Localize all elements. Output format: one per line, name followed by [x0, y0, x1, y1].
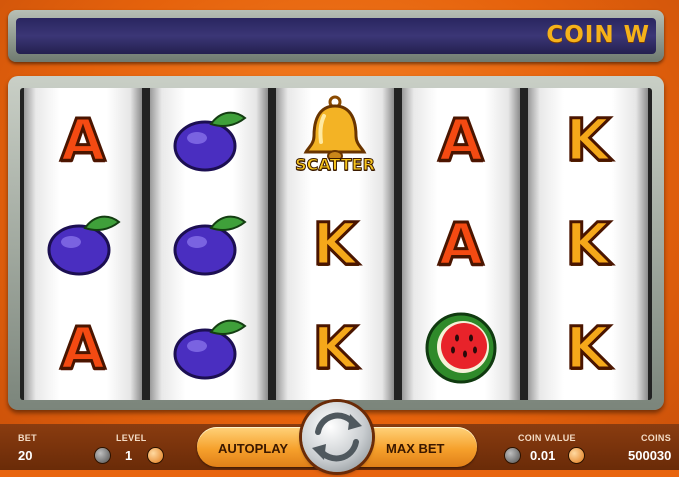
- plum-icon: [173, 215, 247, 276]
- symbol-scatter: SCATTER: [276, 88, 394, 192]
- spin-button[interactable]: [302, 402, 372, 472]
- level-label: LEVEL: [116, 433, 147, 443]
- letter-k-symbol: K: [564, 210, 612, 278]
- symbol-k: K: [276, 296, 394, 400]
- symbol-a: A: [402, 88, 520, 192]
- coin-value-increase-button[interactable]: [569, 448, 584, 463]
- level-decrease-button[interactable]: [95, 448, 110, 463]
- reel-3: SCATTER K K: [276, 88, 394, 400]
- letter-a-symbol: A: [59, 314, 107, 382]
- symbol-k: K: [528, 88, 648, 192]
- symbol-plum: [150, 296, 268, 400]
- coin-value-decrease-button[interactable]: [505, 448, 520, 463]
- symbol-watermelon: [402, 296, 520, 400]
- max-bet-button[interactable]: MAX BET: [386, 441, 445, 456]
- level-value: 1: [125, 448, 133, 463]
- bet-value: 20: [18, 448, 33, 463]
- reel-2: [150, 88, 268, 400]
- symbol-k: K: [528, 296, 648, 400]
- letter-k-symbol: K: [564, 106, 612, 174]
- symbol-k: K: [276, 192, 394, 296]
- letter-k-symbol: K: [311, 210, 359, 278]
- ticker-text: COIN W: [546, 22, 650, 48]
- symbol-a: A: [24, 296, 142, 400]
- reels-window: A A SCATTER K K A A K K K: [20, 88, 652, 400]
- ticker-display: COIN W: [16, 18, 656, 54]
- coin-value-label: COIN VALUE: [518, 433, 576, 443]
- coins-label: COINS: [641, 433, 672, 443]
- scatter-label: SCATTER: [295, 155, 376, 175]
- letter-k-symbol: K: [564, 314, 612, 382]
- coins-value: 500030: [628, 448, 672, 463]
- plum-icon: [173, 319, 247, 380]
- reel-4: A A: [402, 88, 520, 400]
- letter-k-symbol: K: [311, 314, 359, 382]
- symbol-a: A: [402, 192, 520, 296]
- symbol-a: A: [24, 88, 142, 192]
- bet-label: BET: [18, 433, 37, 443]
- letter-a-symbol: A: [437, 106, 485, 174]
- level-increase-button[interactable]: [148, 448, 163, 463]
- watermelon-icon: [425, 312, 497, 384]
- letter-a-symbol: A: [437, 210, 485, 278]
- reel-5: K K K: [528, 88, 648, 400]
- plum-icon: [47, 215, 121, 276]
- coin-value-value: 0.01: [530, 448, 556, 463]
- plum-icon: [173, 111, 247, 172]
- spin-arrows-icon: [312, 412, 362, 462]
- autoplay-button[interactable]: AUTOPLAY: [218, 441, 288, 456]
- symbol-plum: [150, 88, 268, 192]
- symbol-plum: [24, 192, 142, 296]
- reel-1: A A: [24, 88, 142, 400]
- symbol-plum: [150, 192, 268, 296]
- message-ticker: COIN W: [8, 10, 664, 62]
- symbol-k: K: [528, 192, 648, 296]
- letter-a-symbol: A: [59, 106, 107, 174]
